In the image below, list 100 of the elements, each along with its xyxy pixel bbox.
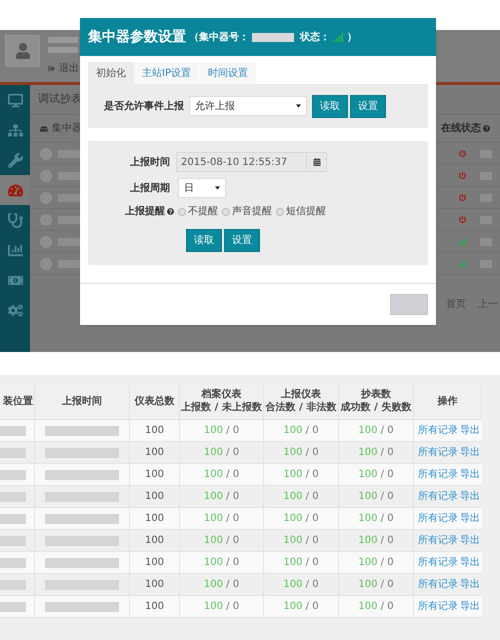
column-header: 上报时间 [35,383,130,419]
redacted-block [0,492,26,502]
count-pair: 100 / 0 [358,556,394,570]
radio-label: 短信提醒 [286,205,326,219]
radio-button[interactable] [178,208,186,216]
column-header: 在线状态 [441,122,481,136]
logout-icon [48,65,55,72]
count-pair: 100 / 0 [283,446,319,460]
action-link[interactable]: 所有记录 [418,511,458,526]
action-link[interactable]: 导出 [460,489,480,504]
count-pair: 100 / 0 [358,600,394,614]
signal-icon [333,32,344,42]
count-pair: 100 / 0 [283,556,319,570]
action-link[interactable]: 导出 [460,555,480,570]
tab[interactable]: 时间设置 [200,62,256,84]
calendar-icon[interactable] [312,158,320,166]
action-link[interactable]: 所有记录 [418,467,458,482]
action-link[interactable]: 导出 [460,511,480,526]
action-button[interactable]: 读取 [186,229,222,252]
field-label: 上报时间 [129,156,170,170]
table-cell-text: 100 [144,446,164,460]
redacted-block [0,470,26,480]
count-pair: 100 / 0 [358,424,394,438]
count-pair: 100 / 0 [204,578,240,592]
gears-icon [8,302,22,318]
table-cell-text: 100 [144,556,164,570]
count-pair: 100 / 0 [358,578,394,592]
count-pair: 100 / 0 [283,468,319,482]
redacted-block [0,426,26,436]
action-link[interactable]: 所有记录 [418,555,458,570]
logout-link[interactable]: 退出 [59,61,79,76]
action-link[interactable]: 导出 [460,599,480,614]
id-label: （集中器号： [189,30,249,44]
action-link[interactable]: 所有记录 [418,489,458,504]
field-label: 上报周期 [129,182,170,196]
column-header: 抄表数 成功数 / 失败数 [339,383,414,419]
action-link[interactable]: 所有记录 [418,577,458,592]
redacted-block [0,558,26,568]
action-button[interactable]: 读取 [312,94,348,118]
field-label: 是否允许事件上报 [104,100,184,114]
wrench-icon [8,152,22,168]
count-pair: 100 / 0 [358,490,394,504]
select-field[interactable]: 允许上报 [189,96,307,116]
redacted-block [252,32,294,42]
bar-chart-icon [8,242,22,258]
redacted-block [0,602,26,612]
gauge-icon [8,182,22,198]
count-pair: 100 / 0 [283,600,319,614]
table-cell-text: 100 [144,468,164,482]
sidebar-item[interactable] [0,175,30,205]
action-link[interactable]: 导出 [460,423,480,438]
count-pair: 100 / 0 [204,468,240,482]
tab[interactable]: 初始化 [88,62,134,84]
action-link[interactable]: 导出 [460,445,480,460]
count-pair: 100 / 0 [204,424,240,438]
column-header: 上报仪表 合法数 / 非法数 [264,383,339,419]
count-pair: 100 / 0 [283,578,319,592]
action-link[interactable]: 所有记录 [418,423,458,438]
action-link[interactable]: 导出 [460,467,480,482]
count-pair: 100 / 0 [204,446,240,460]
count-pair: 100 / 0 [283,490,319,504]
device-icon [40,124,48,132]
count-pair: 100 / 0 [204,490,240,504]
column-header: 仪表总数 [130,383,180,419]
caret-icon [296,104,301,108]
column-header: 装位置 [0,383,35,419]
sitemap-icon [8,122,22,138]
date-field[interactable]: 2015-08-10 12:55:37 [176,152,327,172]
user-icon [14,43,30,59]
redacted-block [0,514,26,524]
action-link[interactable]: 导出 [460,577,480,592]
dialog-title: 集中器参数设置 [88,28,186,46]
tab[interactable]: 主站IP设置 [134,62,199,84]
table-cell-text: 100 [144,424,164,438]
count-pair: 100 / 0 [283,534,319,548]
count-pair: 100 / 0 [358,446,394,460]
count-pair: 100 / 0 [204,600,240,614]
table-cell-text: 100 [144,578,164,592]
action-button[interactable]: 设置 [350,94,386,118]
radio-button[interactable] [222,208,230,216]
table-cell-text: 100 [144,490,164,504]
table-cell-text: 100 [144,600,164,614]
radio-button[interactable] [276,208,284,216]
count-pair: 100 / 0 [358,512,394,526]
action-link[interactable]: 所有记录 [418,445,458,460]
redacted-block [0,448,26,458]
redacted-block [0,536,26,546]
count-pair: 100 / 0 [358,468,394,482]
stethoscope-icon [8,212,22,228]
action-link[interactable]: 导出 [460,533,480,548]
action-link[interactable]: 所有记录 [418,599,458,614]
count-pair: 100 / 0 [358,534,394,548]
redacted-block [48,37,78,43]
action-link[interactable]: 所有记录 [418,533,458,548]
help-icon [167,208,174,215]
radio-label: 不提醒 [188,205,218,219]
status-label: 状态： [300,30,330,44]
select-field[interactable]: 日 [178,178,226,198]
redacted-block [0,580,26,590]
action-button[interactable]: 设置 [224,229,260,252]
